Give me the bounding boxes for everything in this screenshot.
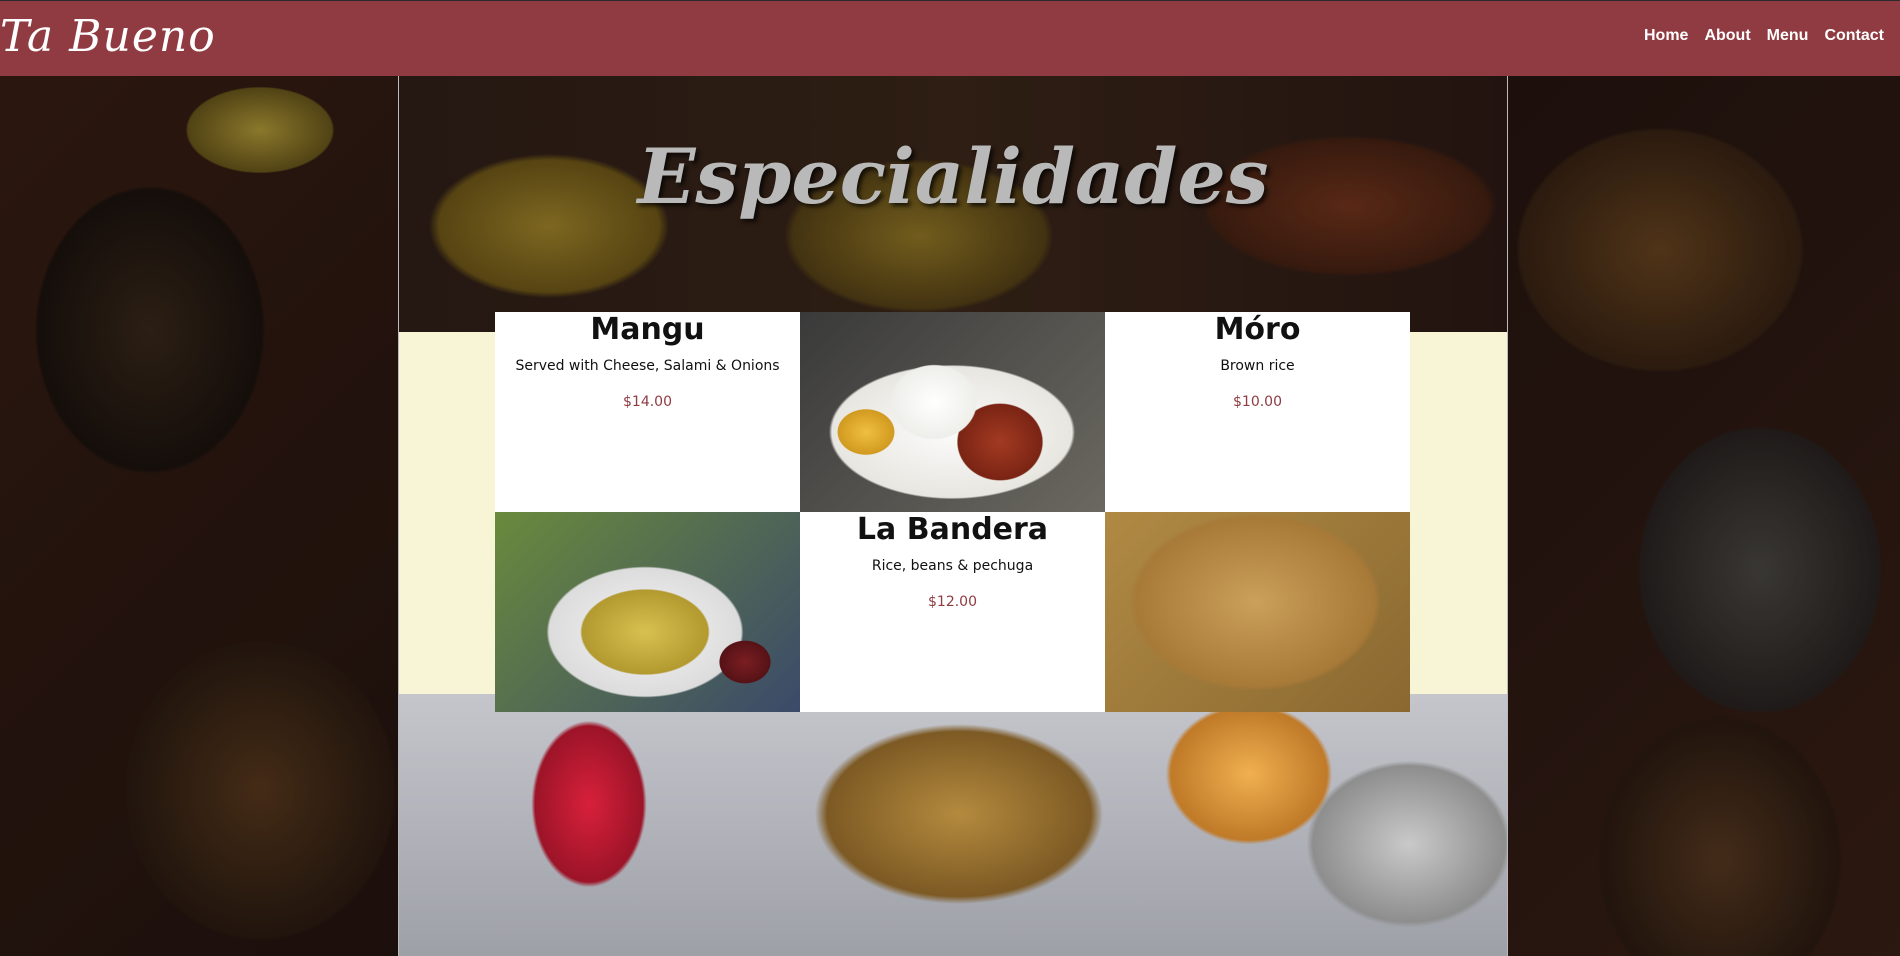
menu-item-name: La Bandera <box>856 512 1049 547</box>
menu-item-price: $12.00 <box>928 594 977 610</box>
nav-home-link[interactable]: Home <box>1644 27 1688 45</box>
menu-item-price: $14.00 <box>623 394 672 410</box>
site-logo[interactable]: Ta Bueno <box>0 7 216 67</box>
menu-grid: Mangu Served with Cheese, Salami & Onion… <box>495 312 1411 712</box>
mangu-photo <box>495 512 800 712</box>
hero-title: Especialidades <box>637 132 1269 221</box>
menu-item-description: Served with Cheese, Salami & Onions <box>515 358 780 374</box>
bottom-food-image <box>399 694 1507 956</box>
la-bandera-photo <box>800 312 1105 512</box>
nav-menu-link[interactable]: Menu <box>1767 27 1809 45</box>
menu-card-moro: Móro Brown rice $10.00 <box>1105 312 1410 512</box>
menu-card-mangu: Mangu Served with Cheese, Salami & Onion… <box>495 312 800 512</box>
menu-item-name: Móro <box>1214 312 1301 347</box>
moro-photo <box>1105 512 1410 712</box>
content-column: Especialidades Mangu Served with Cheese,… <box>398 76 1508 956</box>
site-header: Ta Bueno Home About Menu Contact <box>0 0 1900 76</box>
menu-item-name: Mangu <box>590 312 705 347</box>
menu-item-description: Brown rice <box>1220 358 1295 374</box>
nav-contact-link[interactable]: Contact <box>1824 27 1884 45</box>
main-nav: Home About Menu Contact <box>1644 27 1884 45</box>
menu-item-price: $10.00 <box>1233 394 1282 410</box>
nav-about-link[interactable]: About <box>1704 27 1750 45</box>
menu-card-la-bandera: La Bandera Rice, beans & pechuga $12.00 <box>800 512 1105 712</box>
menu-item-description: Rice, beans & pechuga <box>871 558 1034 574</box>
